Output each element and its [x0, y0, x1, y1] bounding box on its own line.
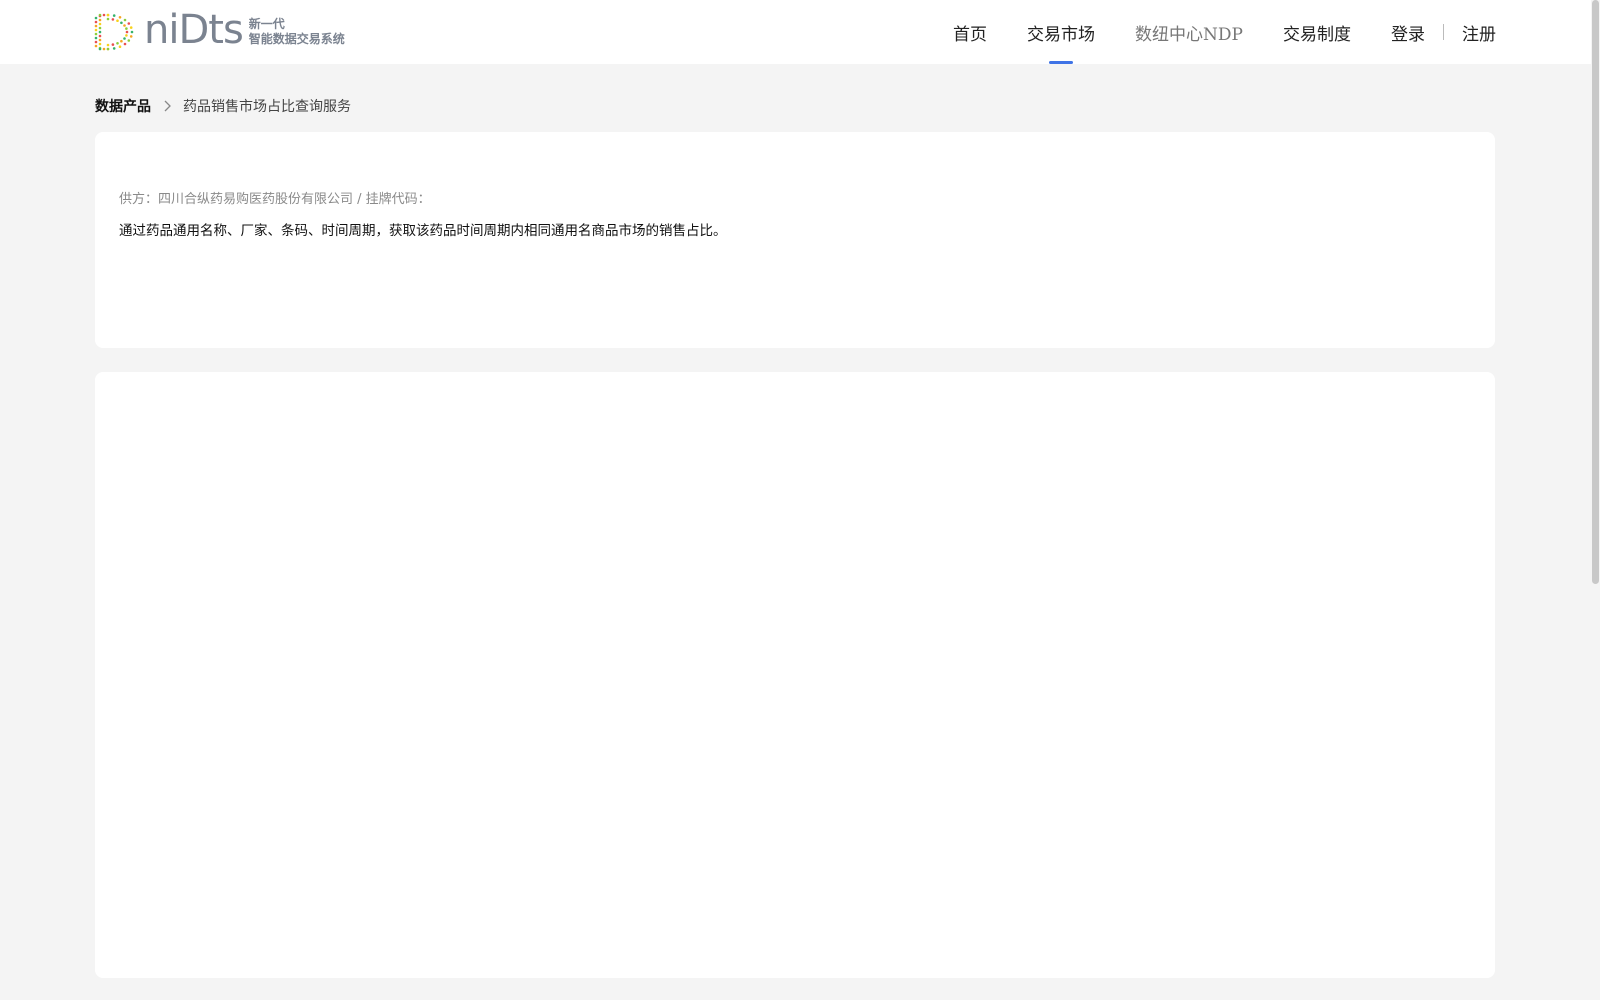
login-link[interactable]: 登录 [1391, 20, 1425, 45]
top-header: niDts 新一代 智能数据交易系统 首页 交易市场 数纽中心NDP 交易制度 … [0, 0, 1600, 64]
product-detail-panel [95, 372, 1495, 978]
nav-item-label: 交易制度 [1283, 24, 1351, 45]
logo-dotted-d-icon [94, 13, 134, 51]
auth-divider [1443, 24, 1444, 40]
nav-item-market[interactable]: 交易市场 [1027, 0, 1095, 64]
breadcrumb-current: 药品销售市场占比查询服务 [183, 99, 351, 115]
register-link[interactable]: 注册 [1462, 20, 1496, 45]
logo-wordmark: niDts [144, 7, 244, 53]
product-description: 通过药品通用名称、厂家、条码、时间周期，获取该药品时间周期内相同通用名商品市场的… [119, 223, 727, 239]
auth-links: 登录 注册 [1391, 20, 1496, 45]
logo-tagline-line1: 新一代 [248, 17, 285, 31]
product-info-card: 供方：四川合纵药易购医药股份有限公司 / 挂牌代码： 通过药品通用名称、厂家、条… [95, 132, 1495, 348]
nav-item-ndp[interactable]: 数纽中心NDP [1135, 0, 1243, 64]
breadcrumb-root-link[interactable]: 数据产品 [95, 96, 151, 116]
nav-item-label: 交易市场 [1027, 24, 1096, 45]
site-logo[interactable]: niDts 新一代 智能数据交易系统 [94, 10, 345, 54]
nav-item-label: 数纽中心NDP [1135, 24, 1243, 45]
nav-item-label: 首页 [953, 24, 988, 45]
main-nav: 首页 交易市场 数纽中心NDP 交易制度 登录 注册 [913, 0, 1496, 64]
breadcrumb: 数据产品 药品销售市场占比查询服务 [95, 96, 351, 116]
chevron-right-icon [157, 96, 177, 116]
nav-item-home[interactable]: 首页 [953, 0, 987, 64]
supplier-line: 供方：四川合纵药易购医药股份有限公司 / 挂牌代码： [119, 192, 431, 207]
nav-item-rules[interactable]: 交易制度 [1283, 0, 1351, 64]
page-scrollbar-thumb[interactable] [1592, 0, 1599, 584]
logo-tagline-line2: 智能数据交易系统 [248, 32, 345, 46]
logo-tagline: 新一代 智能数据交易系统 [249, 17, 345, 47]
page-scrollbar-track[interactable] [1591, 0, 1600, 1000]
